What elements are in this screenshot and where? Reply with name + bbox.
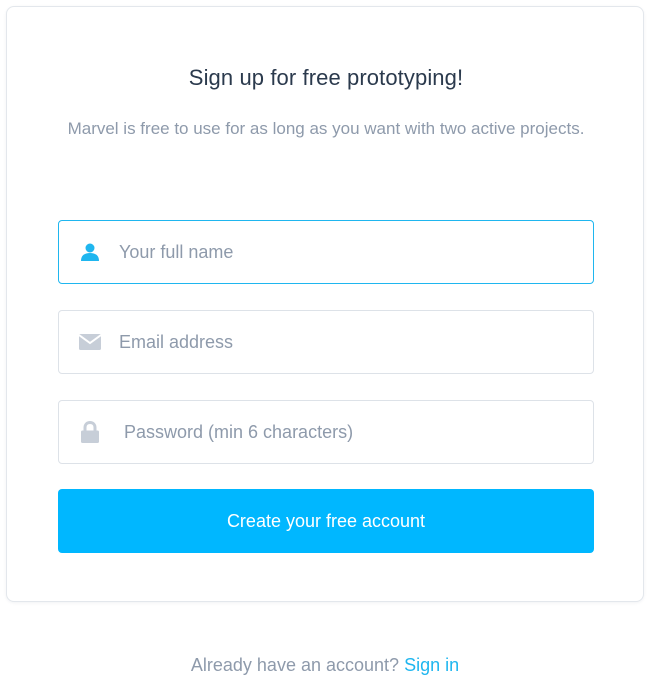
lock-icon: [79, 421, 101, 443]
user-icon: [79, 241, 101, 263]
signup-card: Sign up for free prototyping! Marvel is …: [6, 6, 644, 602]
password-field[interactable]: [58, 400, 594, 464]
full-name-field[interactable]: [58, 220, 594, 284]
signin-link[interactable]: Sign in: [404, 655, 459, 675]
page-title: Sign up for free prototyping!: [188, 65, 464, 90]
password-input[interactable]: [124, 401, 584, 463]
email-field[interactable]: [58, 310, 594, 374]
full-name-input[interactable]: [119, 221, 579, 283]
signin-prompt-text: Already have an account?: [190, 655, 400, 675]
email-input[interactable]: [119, 311, 579, 373]
page-subtitle: Marvel is free to use for as long as you…: [67, 119, 585, 138]
create-account-button[interactable]: Create your free account: [58, 489, 594, 553]
signin-prompt: Already have an account? Sign in: [0, 655, 650, 676]
envelope-icon: [79, 331, 101, 353]
